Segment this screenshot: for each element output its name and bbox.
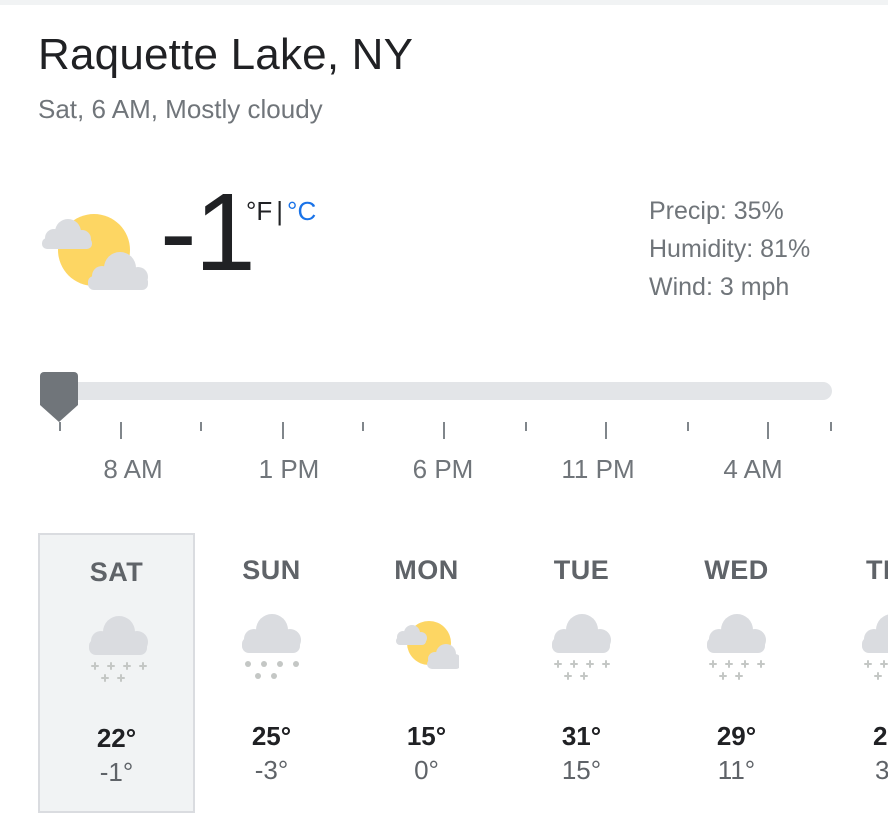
day-forecast-sun[interactable]: SUN 25° -3° [193,533,350,813]
day-name: WED [704,555,769,585]
tick-major [282,422,284,439]
day-high: 2 [873,721,888,751]
weather-details: Precip: 35% Humidity: 81% Wind: 3 mph [649,192,810,306]
tick-minor [59,422,61,431]
day-name: MON [394,555,459,585]
day-low: -3° [254,755,289,785]
conditions-subtitle: Sat, 6 AM, Mostly cloudy [38,94,323,124]
tick-major [120,422,122,439]
day-high: 15° [406,721,447,751]
day-low: 11° [717,755,756,785]
hour-label: 8 AM [103,454,163,484]
tick-minor [687,422,689,431]
day-name: TH [866,555,888,585]
day-forecast-thu[interactable]: TH 2 3 [813,533,888,813]
tick-minor [525,422,527,431]
unit-separator: | [276,196,284,226]
time-slider[interactable] [40,382,832,400]
snow-cloud-icon [707,614,766,680]
location-title: Raquette Lake, NY [38,30,414,79]
fahrenheit-unit: °F [246,196,273,226]
celsius-link[interactable]: °C [287,196,316,226]
snow-cloud-icon [552,614,611,680]
snow-cloud-icon [862,614,888,680]
day-forecast-tue[interactable]: TUE 31° 15° [503,533,660,813]
day-name: SAT [89,557,144,587]
partly-cloudy-icon [42,214,148,290]
tick-minor [200,422,202,431]
day-high: 25° [251,721,292,751]
day-name: SUN [242,555,301,585]
tick-minor [830,422,832,431]
hour-label: 11 PM [561,454,635,484]
snow-cloud-icon [89,616,148,682]
tick-minor [362,422,364,431]
slider-handle[interactable] [40,372,78,422]
day-low: 15° [561,755,602,785]
hour-label: 1 PM [258,454,320,484]
day-forecast-mon[interactable]: MON 15° 0° [348,533,505,813]
top-divider [0,0,888,5]
unit-toggle: °F | °C [246,196,316,227]
current-temperature: -1 [160,171,256,294]
day-low: -1° [99,757,134,787]
day-forecast-wed[interactable]: WED 29° 11° [658,533,815,813]
precip-text: Precip: 35% [649,197,784,225]
day-high: 29° [716,721,757,751]
humidity-text: Humidity: 81% [649,235,811,263]
hour-label: 4 AM [723,454,783,484]
day-high: 22° [96,723,137,753]
day-low: 0° [414,755,439,785]
tick-major [443,422,445,439]
wind-text: Wind: 3 mph [649,273,790,301]
day-low: 3 [875,755,888,785]
tick-major [767,422,769,439]
tick-major [605,422,607,439]
day-name: TUE [553,555,610,585]
day-forecast-sat[interactable]: SAT 22° -1° [38,533,195,813]
heavy-snow-cloud-icon [242,614,301,679]
day-high: 31° [561,721,602,751]
hour-label: 6 PM [412,454,474,484]
partly-cloudy-icon [396,621,459,669]
day-inner: TH 2 3 [813,533,888,813]
